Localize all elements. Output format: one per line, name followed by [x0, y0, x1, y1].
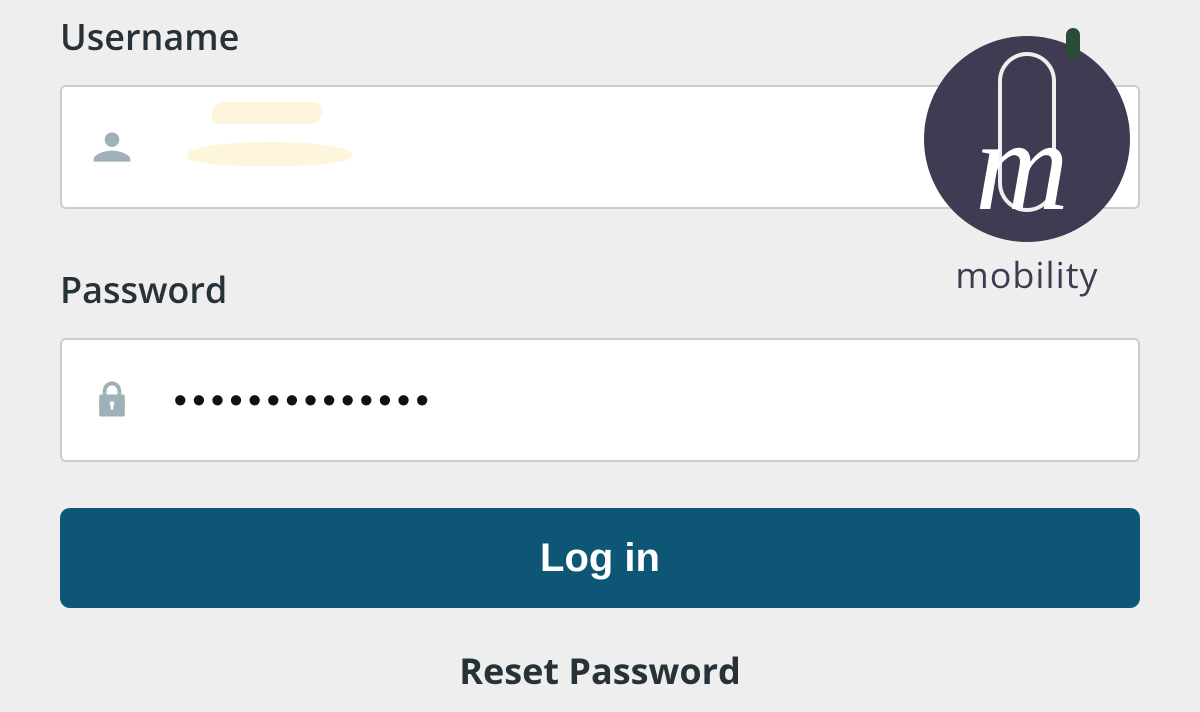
reset-password-wrapper: Reset Password	[60, 646, 1140, 695]
password-input[interactable]	[174, 379, 1110, 421]
svg-text:m: m	[975, 94, 1069, 238]
login-button[interactable]: Log in	[60, 508, 1140, 608]
lock-icon	[90, 378, 134, 422]
password-input-wrapper[interactable]	[60, 338, 1140, 462]
reset-password-link[interactable]: Reset Password	[459, 646, 741, 695]
redaction-smudge	[210, 102, 324, 124]
antenna-icon	[1066, 28, 1080, 60]
user-icon	[90, 125, 134, 169]
brand-logo: m mobility	[922, 34, 1132, 299]
redaction-smudge	[186, 142, 353, 166]
mobility-logo-icon: m	[922, 34, 1132, 244]
brand-logo-text: mobility	[922, 250, 1132, 299]
